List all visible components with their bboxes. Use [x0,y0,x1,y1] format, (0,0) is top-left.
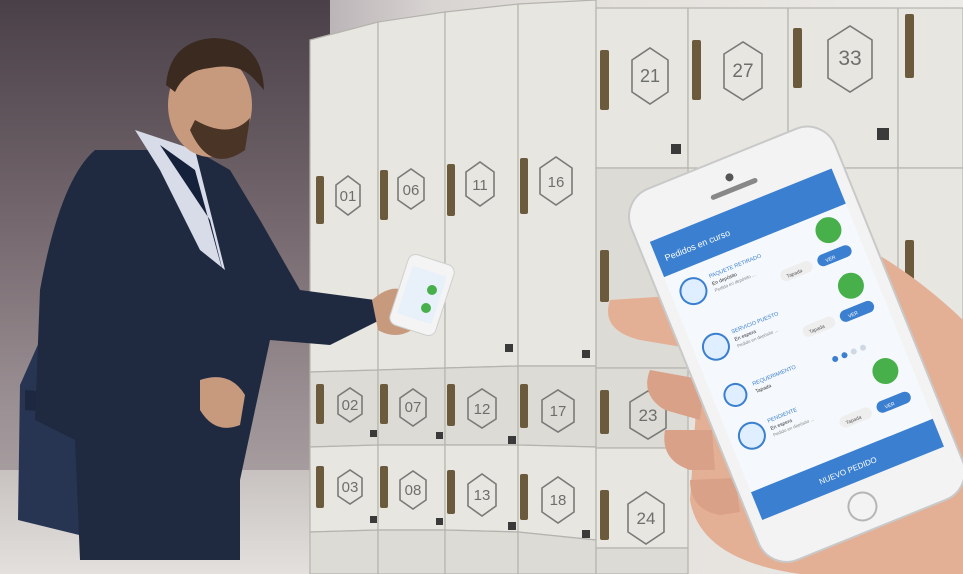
photo-scene: 01 06 11 16 21 27 33 02 07 12 17 23 03 0… [0,0,963,574]
hand-with-phone: Pedidos en curso PAQUETE RETIRADO En dep… [608,125,963,574]
